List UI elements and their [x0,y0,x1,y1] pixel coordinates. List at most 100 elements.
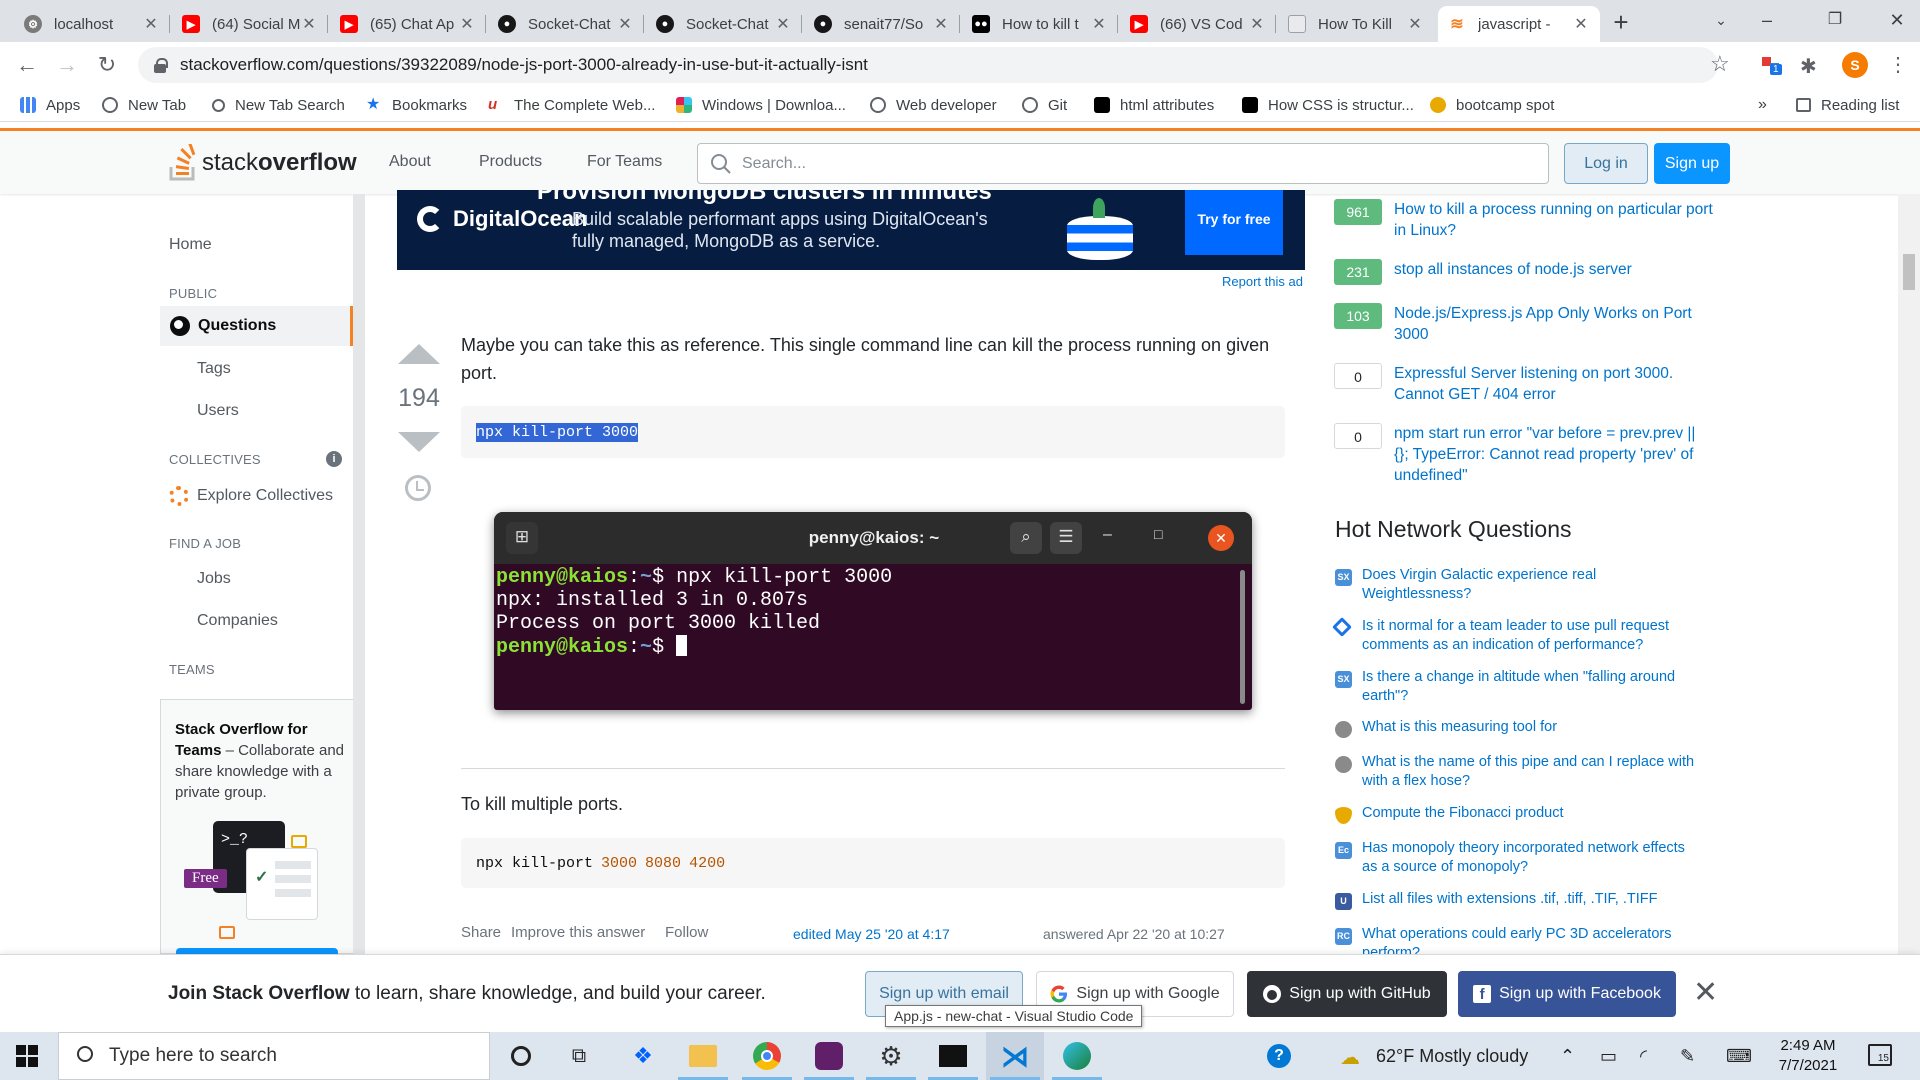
close-icon[interactable]: ✕ [1248,14,1266,34]
tab-github-senait[interactable]: ● senait77/So ✕ [804,6,960,42]
linked-question-title[interactable]: Node.js/Express.js App Only Works on Por… [1394,303,1714,345]
hnq-link[interactable]: List all files with extensions .tif, .ti… [1362,890,1702,909]
hnq-link[interactable]: What is this measuring tool for [1362,718,1702,737]
hnq-link[interactable]: Compute the Fibonacci product [1362,804,1702,823]
tab-github-socket-chat-2[interactable]: ● Socket-Chat ✕ [646,6,802,42]
restore-button[interactable]: ❐ [1812,0,1858,42]
close-icon[interactable]: ✕ [300,14,318,34]
windows-start-icon[interactable] [16,1045,38,1067]
address-bar[interactable]: stackoverflow.com/questions/39322089/nod… [138,47,1718,83]
nav-for-teams[interactable]: For Teams [587,153,662,171]
extensions-puzzle-icon[interactable]: ✱ [1800,54,1822,78]
file-explorer-icon[interactable] [674,1032,732,1080]
bookmark-html-attributes[interactable]: html attributes [1094,95,1214,115]
cortana-icon[interactable] [492,1032,550,1080]
forward-icon[interactable]: → [52,51,82,81]
edge-icon[interactable] [1048,1032,1106,1080]
linked-question-title[interactable]: Expressful Server listening on port 3000… [1394,363,1714,405]
tab-localhost[interactable]: ⚙ localhost ✕ [14,6,170,42]
signup-facebook-button[interactable]: f Sign up with Facebook [1458,971,1676,1017]
linked-question-title[interactable]: How to kill a process running on particu… [1394,199,1714,241]
tab-youtube-vscode[interactable]: ▶ (66) VS Cod ✕ [1120,6,1276,42]
new-tab-button[interactable]: + [1605,7,1637,39]
hnq-link[interactable]: Has monopoly theory incorporated network… [1362,839,1702,877]
downvote-button[interactable] [398,432,440,452]
bookmark-web-developer[interactable]: Web developer [870,95,997,115]
bookmark-git[interactable]: Git [1022,95,1067,115]
nav-explore-collectives[interactable]: Explore Collectives [169,486,333,506]
system-clock[interactable]: 2:49 AM 7/7/2021 [1768,1036,1848,1076]
nav-users[interactable]: Users [197,402,239,420]
bookmark-complete-web[interactable]: u The Complete Web... [488,95,655,115]
dropbox-icon[interactable]: ❖ [614,1032,672,1080]
keyboard-icon[interactable]: ⌨ [1726,1046,1752,1067]
task-view-icon[interactable]: ⧉ [550,1032,608,1080]
upvote-button[interactable] [398,344,440,364]
bookmark-windows-download[interactable]: Windows | Downloa... [676,95,846,115]
bookmark-bookmarks[interactable]: ★ Bookmarks [366,95,467,115]
close-window-button[interactable]: ✕ [1874,0,1920,42]
ad-cta-button[interactable]: Try for free [1185,190,1283,255]
tab-youtube-social[interactable]: ▶ (64) Social M ✕ [172,6,328,42]
close-icon[interactable]: ✕ [932,14,950,34]
wifi-icon[interactable]: ◜ [1640,1046,1647,1067]
close-icon[interactable]: ✕ [1572,14,1590,34]
scrollbar-thumb[interactable] [1903,254,1915,290]
minimize-button[interactable]: – [1744,0,1790,42]
left-sidebar-scrollbar[interactable] [353,194,365,954]
login-button[interactable]: Log in [1564,143,1648,184]
more-bookmarks-icon[interactable]: » [1758,95,1767,115]
slack-icon[interactable] [800,1032,858,1080]
linked-question-title[interactable]: npm start run error "var before = prev.p… [1394,423,1714,486]
vscode-icon[interactable]: ⋊ [986,1032,1044,1080]
hnq-link[interactable]: Is there a change in altitude when "fall… [1362,668,1702,706]
notification-center-icon[interactable]: 15 [1868,1044,1892,1066]
edited-timestamp[interactable]: edited May 25 '20 at 4:17 [793,926,950,942]
improve-answer-link[interactable]: Improve this answer [511,924,645,941]
nav-tags[interactable]: Tags [197,360,231,378]
reading-list[interactable]: Reading list [1796,95,1899,115]
nav-jobs[interactable]: Jobs [197,570,231,588]
terminal-app-icon[interactable] [924,1032,982,1080]
nav-questions[interactable]: Questions [160,306,353,346]
profile-avatar[interactable]: S [1842,52,1868,78]
extension-icon[interactable]: 1 [1760,54,1782,76]
so-logo[interactable]: stack overflow [168,144,357,181]
bookmark-bootcamp-spot[interactable]: bootcamp spot [1430,95,1554,115]
help-icon[interactable]: ? [1250,1032,1308,1080]
bookmark-new-tab[interactable]: New Tab [102,95,186,115]
reload-icon[interactable]: ↻ [92,51,122,81]
bookmark-star-icon[interactable]: ☆ [1710,51,1730,77]
tab-github-socket-chat[interactable]: ● Socket-Chat ✕ [488,6,644,42]
close-icon[interactable]: ✕ [1406,14,1424,34]
tab-search-button[interactable]: ⌄ [1698,0,1744,42]
close-icon[interactable]: ✕ [774,14,792,34]
digitalocean-ad[interactable]: Provision MongoDB clusters in minutes Di… [397,190,1305,270]
taskbar-search[interactable]: Type here to search [58,1032,490,1080]
back-icon[interactable]: ← [12,51,42,81]
close-icon[interactable]: ✕ [142,14,160,34]
weather-text[interactable]: 62°F Mostly cloudy [1376,1046,1528,1067]
tab-how-to-kill-2[interactable]: How To Kill ✕ [1278,6,1434,42]
signup-github-button[interactable]: Sign up with GitHub [1247,971,1447,1017]
page-scrollbar[interactable] [1898,194,1920,1032]
pen-icon[interactable]: ✎ [1680,1046,1695,1067]
signup-button[interactable]: Sign up [1654,143,1730,184]
nav-products[interactable]: Products [479,153,542,171]
share-link[interactable]: Share [461,924,501,941]
bookmark-new-tab-search[interactable]: New Tab Search [212,95,345,115]
history-icon[interactable] [405,475,431,501]
tray-chevron-icon[interactable]: ⌃ [1560,1046,1575,1067]
nav-about[interactable]: About [389,153,431,171]
nav-companies[interactable]: Companies [197,612,278,630]
tab-javascript-active[interactable]: ≋ javascript - ✕ [1438,6,1600,42]
tab-how-to-kill[interactable]: ●● How to kill t ✕ [962,6,1118,42]
hnq-link[interactable]: Does Virgin Galactic experience real Wei… [1362,566,1702,604]
close-icon[interactable]: ✕ [1090,14,1108,34]
nav-home[interactable]: Home [169,236,212,254]
chrome-icon[interactable] [738,1032,796,1080]
tab-youtube-chat[interactable]: ▶ (65) Chat Ap ✕ [330,6,486,42]
close-icon[interactable]: ✕ [616,14,634,34]
close-icon[interactable]: ✕ [458,14,476,34]
bookmark-apps[interactable]: Apps [20,95,80,115]
